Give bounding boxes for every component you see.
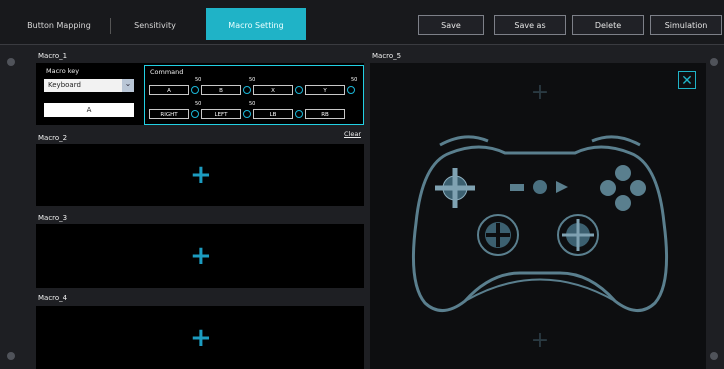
delay-circle[interactable] bbox=[191, 86, 199, 94]
macro3-panel: + bbox=[36, 224, 364, 288]
start-button bbox=[556, 181, 568, 193]
macro-key-value-field[interactable]: A bbox=[44, 103, 134, 117]
right-bumper-outline bbox=[591, 135, 641, 147]
close-icon[interactable]: ✕ bbox=[678, 71, 696, 89]
add-icon[interactable]: + bbox=[190, 243, 212, 269]
delay-label: 50 bbox=[249, 77, 256, 83]
controller-diagram bbox=[411, 135, 669, 312]
command-cell[interactable]: B bbox=[201, 85, 241, 95]
back-button bbox=[510, 184, 524, 191]
command-cell[interactable]: LEFT bbox=[201, 109, 241, 119]
command-cell[interactable]: X bbox=[253, 85, 293, 95]
delay-circle[interactable] bbox=[243, 86, 251, 94]
delay-label: 50 bbox=[351, 77, 358, 83]
face-button-a bbox=[615, 195, 631, 211]
macro2-title: Macro_2 bbox=[38, 134, 68, 142]
command-cell[interactable]: RB bbox=[305, 109, 345, 119]
save-as-button[interactable]: Save as bbox=[494, 15, 566, 35]
face-button-b bbox=[630, 180, 646, 196]
macro3-title: Macro_3 bbox=[38, 214, 68, 222]
add-icon[interactable]: + bbox=[190, 325, 212, 351]
command-cell[interactable]: LB bbox=[253, 109, 293, 119]
delay-circle[interactable] bbox=[295, 110, 303, 118]
right-scroll-up-knob[interactable] bbox=[710, 58, 718, 66]
command-box: Command 50 A 50 B X 50 Y 50 RIGHT 50 LEF… bbox=[144, 65, 364, 125]
top-toolbar: Button Mapping Sensitivity Macro Setting… bbox=[0, 0, 724, 45]
left-bumper-outline bbox=[439, 135, 489, 147]
add-icon[interactable]: + bbox=[190, 162, 212, 188]
scroll-down-knob[interactable] bbox=[7, 352, 15, 360]
macro5-panel: + + ✕ bbox=[370, 63, 706, 369]
tab-divider bbox=[110, 18, 111, 34]
macro5-title: Macro_5 bbox=[372, 52, 402, 60]
macro4-title: Macro_4 bbox=[38, 294, 68, 302]
dpad-cross bbox=[435, 168, 475, 208]
right-scroll-down-knob[interactable] bbox=[710, 352, 718, 360]
delay-label: 50 bbox=[195, 77, 202, 83]
macro4-panel: + bbox=[36, 306, 364, 369]
chevron-down-icon[interactable]: ⌄ bbox=[122, 79, 134, 92]
delay-label: 50 bbox=[195, 101, 202, 107]
macro2-panel: + bbox=[36, 144, 364, 206]
delay-circle[interactable] bbox=[295, 86, 303, 94]
macro1-panel: Macro key Keyboard ⌄ A Command 50 A 50 B… bbox=[36, 63, 364, 125]
tab-macro-setting[interactable]: Macro Setting bbox=[206, 8, 306, 40]
add-icon[interactable]: + bbox=[530, 330, 550, 352]
macro-key-label: Macro key bbox=[46, 67, 80, 75]
clear-link[interactable]: Clear bbox=[344, 130, 361, 138]
simulation-button[interactable]: Simulation bbox=[650, 15, 722, 35]
tab-sensitivity[interactable]: Sensitivity bbox=[114, 8, 196, 40]
command-cell[interactable]: Y bbox=[305, 85, 345, 95]
tab-button-mapping[interactable]: Button Mapping bbox=[10, 8, 108, 40]
delete-button[interactable]: Delete bbox=[572, 15, 644, 35]
macro1-title: Macro_1 bbox=[38, 52, 68, 60]
macro-key-type-value: Keyboard bbox=[48, 81, 81, 89]
add-icon[interactable]: + bbox=[530, 82, 550, 104]
delay-circle[interactable] bbox=[191, 110, 199, 118]
scroll-up-knob[interactable] bbox=[7, 58, 15, 66]
delay-circle[interactable] bbox=[347, 86, 355, 94]
face-button-x bbox=[600, 180, 616, 196]
delay-label: 50 bbox=[249, 101, 256, 107]
right-stick-cross bbox=[562, 219, 594, 251]
macro-key-type-select[interactable]: Keyboard ⌄ bbox=[44, 79, 134, 92]
guide-button bbox=[533, 180, 547, 194]
save-button[interactable]: Save bbox=[418, 15, 484, 35]
command-label: Command bbox=[150, 68, 184, 76]
command-cell[interactable]: RIGHT bbox=[149, 109, 189, 119]
command-cell[interactable]: A bbox=[149, 85, 189, 95]
delay-circle[interactable] bbox=[243, 110, 251, 118]
face-button-y bbox=[615, 165, 631, 181]
